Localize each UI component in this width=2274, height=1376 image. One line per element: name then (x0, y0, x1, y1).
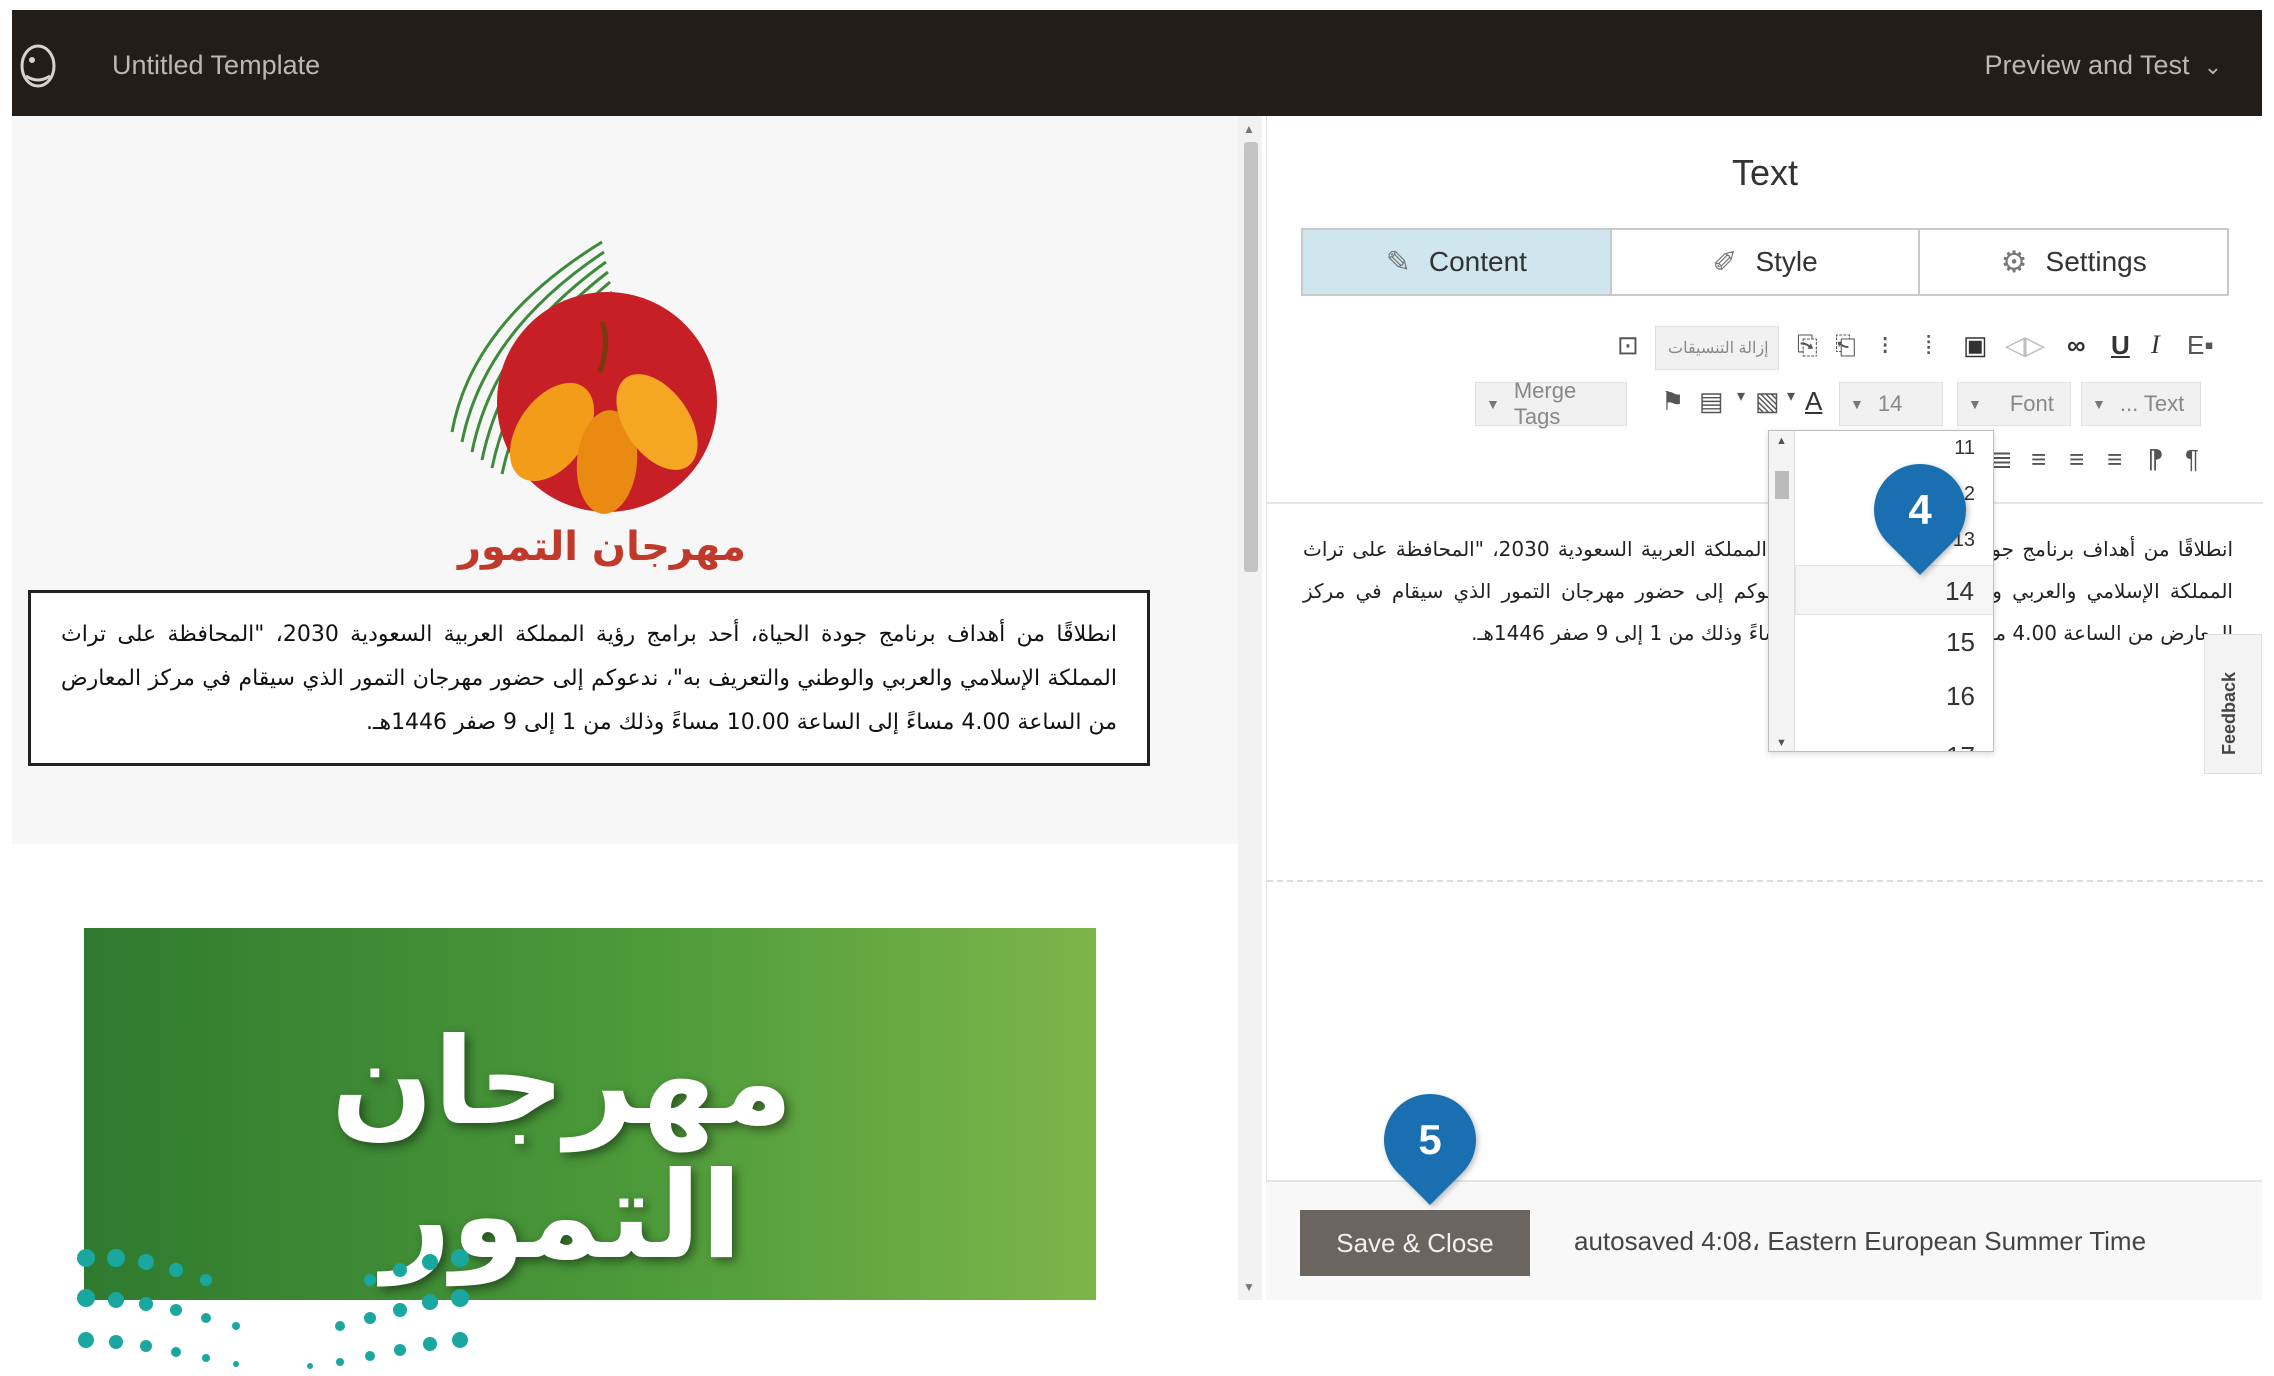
canvas-scrollbar[interactable]: ▲ ▼ (1238, 116, 1262, 1300)
editor-toolbar-row-3: ≣ ≡ ≡ ≡ ⁋ ¶ (1267, 440, 2263, 484)
clear-format-button[interactable]: إزالة التنسيقات (1655, 326, 1779, 370)
text-format-dropdown[interactable]: ▼ ... Text (2081, 382, 2201, 426)
feedback-label: Feedback (2219, 671, 2239, 755)
panel-tabs: ✎ Content ✐ Style ⚙ Settings (1301, 228, 2229, 296)
size-option-16[interactable]: 16 (1795, 671, 1993, 721)
flag-icon[interactable]: ⚑ (1661, 386, 1684, 417)
email-canvas: مهرجان التمور انطلاقًا من أهداف برنامج ج… (12, 116, 1262, 1300)
caret-down-icon: ▼ (1850, 396, 1864, 412)
intro-text-block[interactable]: انطلاقًا من أهداف برنامج جودة الحياة، أح… (28, 590, 1150, 766)
feedback-tab[interactable]: Feedback (2204, 634, 2262, 774)
ministry-dots-logo-icon (77, 1249, 469, 1369)
italic-icon[interactable]: I (2151, 330, 2160, 360)
underline-icon[interactable]: U (2111, 330, 2130, 361)
panel-footer: Save & Close autosaved 4:08، Eastern Eur… (1266, 1180, 2262, 1300)
autosave-status: autosaved 4:08، Eastern European Summer … (1574, 1226, 2147, 1256)
preview-label: Preview and Test (1984, 50, 2190, 80)
anchor-icon[interactable]: ◁▷ (2005, 330, 2045, 361)
mailchimp-logo-icon[interactable] (18, 36, 58, 92)
size-option-11[interactable]: 11 (1795, 433, 1993, 463)
tab-settings[interactable]: ⚙ Settings (1920, 230, 2227, 294)
step-4-callout: 4 (1854, 444, 1986, 576)
source-icon[interactable]: ⊡ (1617, 330, 1639, 361)
callout-number: 4 (1908, 486, 1932, 533)
dropdown-scrollbar[interactable]: ▲ ▼ (1769, 431, 1795, 751)
size-option-14[interactable]: 14 (1795, 565, 1993, 615)
text-format-label: ... Text (2119, 391, 2185, 416)
rtl-icon[interactable]: ⁋ (2147, 444, 2164, 475)
tab-label: Content (1428, 246, 1527, 277)
size-option-15[interactable]: 15 (1795, 617, 1993, 667)
caret-down-icon[interactable]: ▾ (1787, 386, 1795, 406)
align-left-icon[interactable]: ≡ (2107, 444, 2122, 475)
text-editor-area[interactable]: انطلاقًا من أهداف برنامج جودة الحياة، أح… (1267, 502, 2263, 882)
festival-title: مهرجان التمور (458, 524, 746, 570)
tab-label: Settings (2045, 246, 2147, 277)
top-bar: Untitled Template Preview and Test ⌄ (12, 10, 2262, 116)
merge-tags-dropdown[interactable]: ▼ Merge Tags (1475, 378, 1627, 429)
style-icon[interactable]: E▪ (2187, 330, 2214, 361)
scrollbar-thumb[interactable] (1244, 142, 1258, 572)
save-and-close-button[interactable]: Save & Close (1300, 1210, 1530, 1276)
link-icon[interactable]: ∞ (2067, 330, 2086, 361)
chevron-down-icon: ⌄ (2203, 54, 2222, 79)
text-color-icon[interactable]: A (1805, 386, 1822, 417)
background-color-icon[interactable]: ▧ (1755, 386, 1780, 417)
scroll-up-icon[interactable]: ▲ (1243, 122, 1255, 136)
step-5-callout: 5 (1364, 1074, 1496, 1206)
block-icon[interactable]: ⁞ (1925, 330, 1932, 361)
image-icon[interactable]: ▣ (1963, 330, 1988, 361)
preview-and-test-menu[interactable]: Preview and Test ⌄ (1984, 50, 2222, 81)
banner-line-1: مهرجان (330, 1013, 794, 1152)
tab-content[interactable]: ✎ Content (1303, 230, 1612, 294)
merge-tags-label: Merge Tags (1513, 378, 1577, 429)
align-right-icon[interactable]: ≡ (2031, 444, 2046, 475)
caret-down-icon: ▼ (1486, 396, 1500, 412)
list-icon[interactable]: ⁝ (1881, 330, 1889, 361)
caret-down-icon: ▼ (1968, 396, 1982, 412)
date-festival-logo-icon (450, 240, 717, 514)
scroll-down-icon[interactable]: ▼ (1776, 737, 1787, 749)
palette-icon: ✐ (1712, 245, 1738, 279)
tab-label: Style (1755, 246, 1818, 277)
gear-icon: ⚙ (2000, 245, 2028, 279)
ltr-icon[interactable]: ¶ (2185, 444, 2199, 475)
block-format-icon[interactable]: ▤ (1699, 386, 1724, 417)
template-title[interactable]: Untitled Template (112, 50, 320, 81)
font-size-dropdown[interactable]: ▼ 14 (1839, 382, 1943, 426)
editor-toolbar-row-2: ▼ Merge Tags ⚑ ▤ ▾ ▧ ▾ A ▼ 14 ▼ Font ▼ ... T… (1267, 378, 2263, 429)
tab-style[interactable]: ✐ Style (1612, 230, 1921, 294)
callout-number: 5 (1418, 1116, 1442, 1163)
caret-down-icon: ▼ (2092, 396, 2106, 412)
align-center-icon[interactable]: ≡ (2069, 444, 2084, 475)
paste-text-icon[interactable]: ⎗ (1835, 330, 1856, 362)
font-size-value: 14 (1877, 391, 1903, 416)
panel-title: Text (1731, 152, 1799, 193)
paste-icon[interactable]: ⎘ (1797, 330, 1818, 362)
align-justify-icon[interactable]: ≣ (1991, 444, 2013, 475)
font-dropdown[interactable]: ▼ Font (1957, 382, 2071, 426)
edit-icon: ✎ (1385, 245, 1411, 279)
scrollbar-thumb[interactable] (1775, 471, 1789, 499)
size-option-17[interactable]: 17 (1795, 731, 1993, 751)
scroll-up-icon[interactable]: ▲ (1776, 435, 1787, 447)
font-label: Font (2009, 391, 2054, 416)
caret-down-icon[interactable]: ▾ (1737, 386, 1745, 406)
screen: Untitled Template Preview and Test ⌄ مهرج… (0, 0, 2274, 1376)
scroll-down-icon[interactable]: ▼ (1243, 1280, 1255, 1294)
editor-toolbar-row-1: ⊡ إزالة التنسيقات ⎘ ⎗ ⁝ ⁞ ▣ ◁▷ ∞ U I E▪ (1267, 326, 2263, 370)
